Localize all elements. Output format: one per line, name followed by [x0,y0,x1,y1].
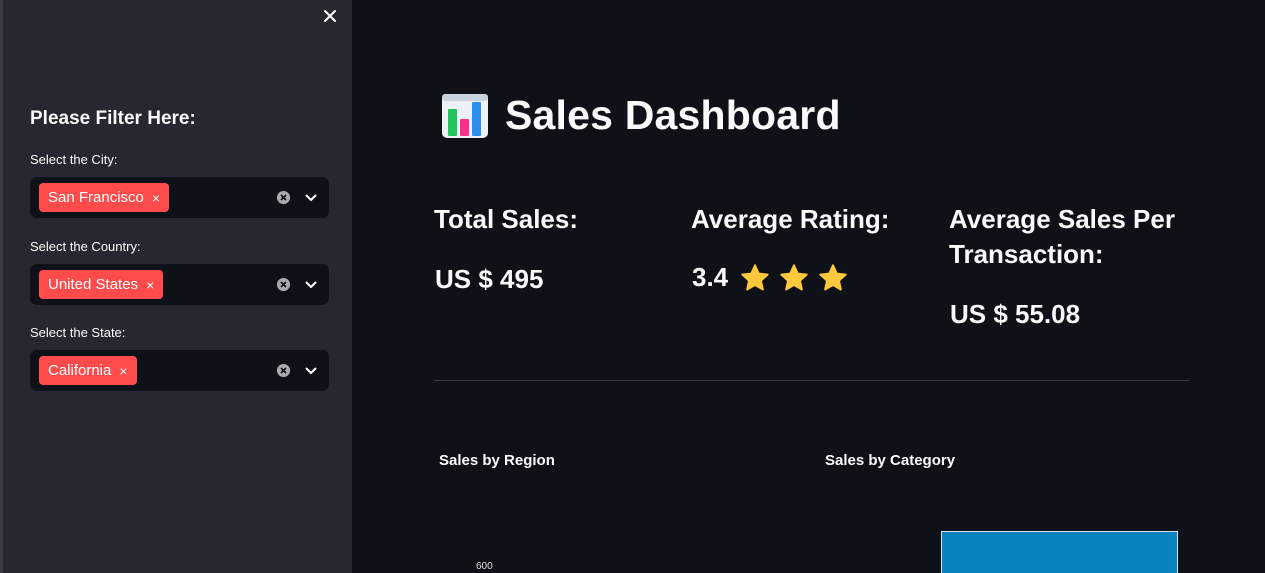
sales-by-category-title: Sales by Category [825,452,956,469]
average-rating-row: 3.4 [692,262,848,293]
sidebar: Please Filter Here: Select the City: San… [0,0,352,573]
average-rating-label: Average Rating: [691,204,890,234]
clear-all-icon[interactable] [276,363,291,378]
sales-by-region-title: Sales by Region [439,452,555,469]
country-chip[interactable]: United States × [39,270,164,299]
filter-heading: Please Filter Here: [30,108,196,129]
city-chip[interactable]: San Francisco × [39,183,170,212]
remove-chip-icon[interactable]: × [119,364,127,378]
divider [434,380,1189,381]
category-bar [941,531,1178,573]
total-sales-label: Total Sales: [434,204,579,234]
star-icon [780,263,808,290]
state-filter-label: Select the State: [30,325,126,340]
state-multiselect[interactable]: California × [30,350,329,391]
city-filter-label: Select the City: [30,152,118,167]
star-icon [741,263,769,290]
average-rating-value: 3.4 [692,262,729,292]
country-filter-label: Select the Country: [30,239,141,254]
remove-chip-icon[interactable]: × [146,278,154,292]
avg-sales-per-transaction-value: US $ 55.08 [950,299,1081,329]
chevron-down-icon[interactable] [305,194,317,202]
star-icon [819,263,847,290]
state-chip-label: California [48,362,112,379]
chevron-down-icon[interactable] [305,367,317,375]
title-row: Sales Dashboard [441,92,841,139]
close-sidebar-button[interactable] [319,5,341,27]
rating-stars [740,263,848,293]
remove-chip-icon[interactable]: × [152,191,160,205]
region-y-tick-label: 600 [476,561,493,572]
country-multiselect[interactable]: United States × [30,264,329,305]
country-chip-label: United States [48,276,139,293]
avg-sales-per-transaction-label: Average Sales Per Transaction: [949,204,1175,269]
bar-chart-icon [442,93,488,138]
app: Please Filter Here: Select the City: San… [0,0,1265,573]
close-icon [324,10,336,22]
city-multiselect[interactable]: San Francisco × [30,177,329,218]
clear-all-icon[interactable] [276,277,291,292]
clear-all-icon[interactable] [276,190,291,205]
page-title: Sales Dashboard [505,92,841,138]
total-sales-value: US $ 495 [435,264,544,294]
state-chip[interactable]: California × [39,356,137,385]
chevron-down-icon[interactable] [305,281,317,289]
city-chip-label: San Francisco [48,189,144,206]
